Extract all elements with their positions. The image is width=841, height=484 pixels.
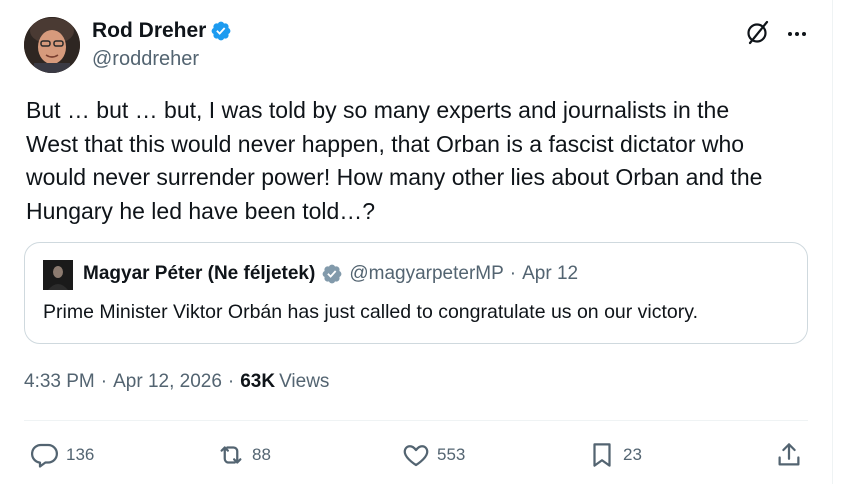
author-name[interactable]: Rod Dreher <box>92 19 206 43</box>
verified-badge-icon[interactable] <box>210 20 232 42</box>
share-icon <box>778 443 800 466</box>
tweet-time[interactable]: 4:33 PM <box>24 371 95 393</box>
like-count: 553 <box>437 445 466 464</box>
quoted-author-avatar[interactable] <box>43 260 73 290</box>
quoted-avatar-portrait-icon <box>43 260 73 290</box>
reply-button[interactable]: 136 <box>30 440 94 470</box>
column-border <box>832 0 833 484</box>
views-label: Views <box>279 371 330 392</box>
tweet-meta: 4:33 PM · Apr 12, 2026 · 63K Views <box>24 371 329 393</box>
tweet-text: But … but … but, I was told by so many e… <box>26 97 763 224</box>
quoted-date[interactable]: Apr 12 <box>522 263 578 285</box>
divider <box>24 420 808 421</box>
tweet: Rod Dreher @roddreher But … but … but, I… <box>0 0 832 484</box>
gray-verified-badge-icon[interactable] <box>321 263 343 285</box>
quoted-text: Prime Minister Viktor Orbán has just cal… <box>43 301 698 323</box>
share-button[interactable] <box>774 440 804 470</box>
author-name-row[interactable]: Rod Dreher <box>92 19 232 43</box>
quoted-author-name[interactable]: Magyar Péter (Ne féljetek) <box>83 263 315 285</box>
repost-count: 88 <box>252 445 271 464</box>
bookmark-button[interactable]: 23 <box>587 440 642 470</box>
grok-icon[interactable] <box>744 18 772 46</box>
bookmark-count: 23 <box>623 445 642 464</box>
repost-icon <box>220 446 242 464</box>
quoted-author-handle[interactable]: @magyarpeterMP <box>349 263 503 285</box>
quoted-tweet[interactable]: Magyar Péter (Ne féljetek) @magyarpeterM… <box>24 242 808 344</box>
quoted-header: Magyar Péter (Ne féljetek) @magyarpeterM… <box>83 263 578 285</box>
author-avatar[interactable] <box>24 17 80 73</box>
tweet-date[interactable]: Apr 12, 2026 <box>113 371 222 393</box>
views-count: 63K <box>240 371 276 392</box>
repost-button[interactable]: 88 <box>216 440 271 470</box>
author-handle[interactable]: @roddreher <box>92 48 199 71</box>
quoted-separator: · <box>509 263 517 284</box>
like-icon <box>403 445 429 467</box>
like-button[interactable]: 553 <box>401 440 465 470</box>
more-icon[interactable] <box>785 22 809 46</box>
bookmark-icon <box>593 443 611 467</box>
reply-icon <box>31 443 58 468</box>
meta-separator: · <box>227 371 235 392</box>
meta-separator: · <box>100 371 108 392</box>
avatar-portrait-icon <box>24 17 80 73</box>
reply-count: 136 <box>66 445 95 464</box>
